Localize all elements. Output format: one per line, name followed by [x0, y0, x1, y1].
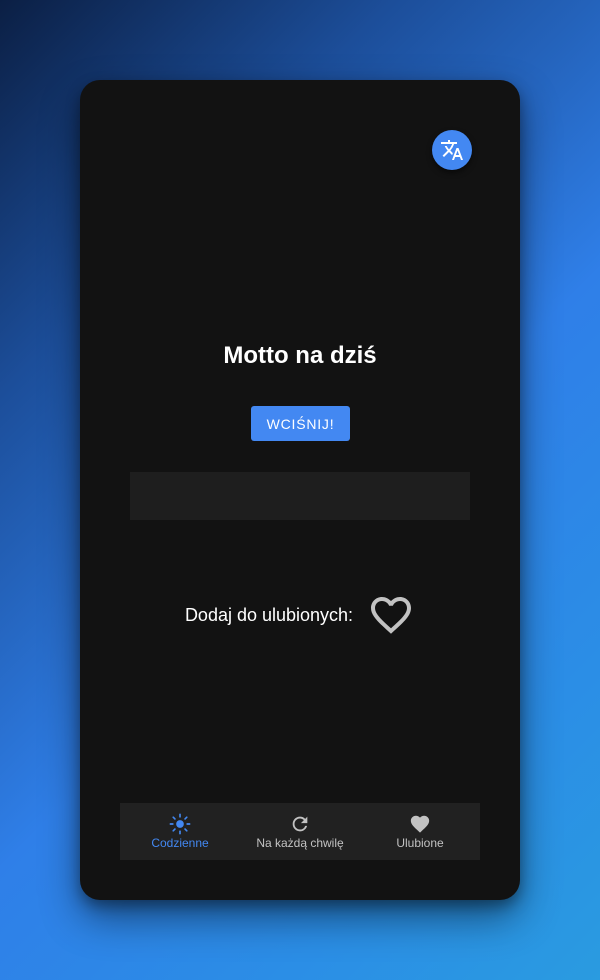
nav-item-every-moment[interactable]: Na każdą chwilę: [240, 803, 360, 860]
heart-outline-icon: [371, 597, 412, 634]
motto-display: [130, 472, 470, 520]
bottom-navigation: Codzienne Na każdą chwilę Ulubione: [120, 803, 480, 860]
favorite-row: Dodaj do ulubionych:: [80, 592, 520, 638]
heart-icon: [409, 813, 431, 835]
refresh-icon: [289, 813, 311, 835]
translate-icon: [441, 140, 463, 160]
nav-label-every-moment: Na każdą chwilę: [256, 836, 344, 850]
nav-item-daily[interactable]: Codzienne: [120, 803, 240, 860]
sun-icon: [169, 813, 191, 835]
favorite-label: Dodaj do ulubionych:: [184, 604, 354, 625]
nav-item-favorites[interactable]: Ulubione: [360, 803, 480, 860]
nav-label-daily: Codzienne: [151, 836, 209, 850]
nav-label-favorites: Ulubione: [396, 836, 444, 850]
translate-button[interactable]: [432, 130, 472, 170]
app-card: Motto na dziś WCIŚNIJ! Dodaj do ulubiony…: [80, 80, 520, 900]
draw-motto-button[interactable]: WCIŚNIJ!: [251, 406, 350, 441]
page-title: Motto na dziś: [223, 342, 377, 369]
add-to-favorites-button[interactable]: [367, 592, 415, 638]
